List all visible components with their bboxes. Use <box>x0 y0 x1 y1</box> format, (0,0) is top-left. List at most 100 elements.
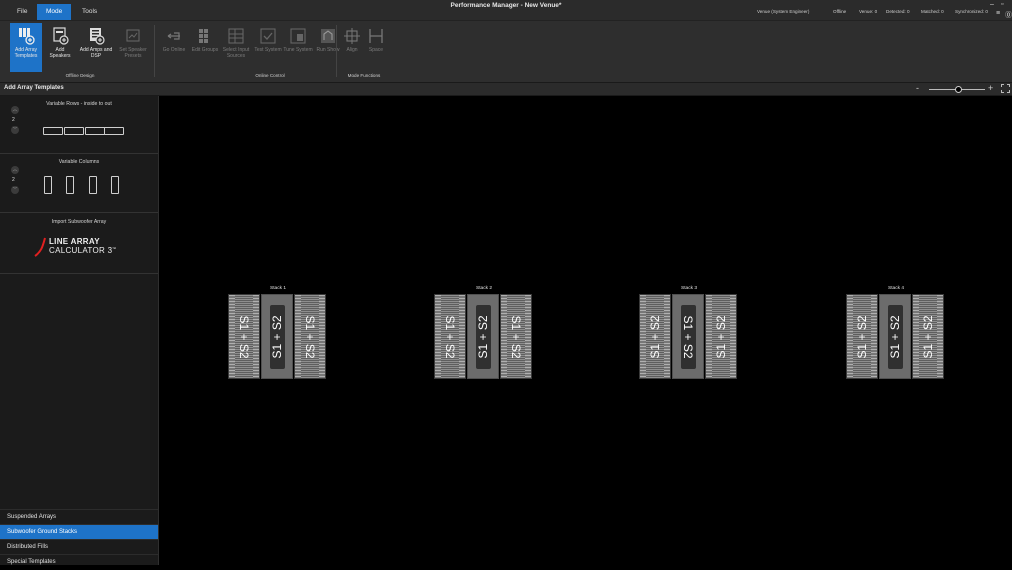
menu-mode[interactable]: Mode <box>37 4 72 20</box>
edit-groups-button[interactable]: Edit Groups <box>189 23 221 72</box>
template-variable-rows[interactable]: Variable Rows - inside to out ︿ 2 ﹀ <box>0 96 158 154</box>
align-icon <box>343 27 361 45</box>
logo-line-2: CALCULATOR 3 <box>49 246 113 255</box>
add-speakers-label: Add Speakers <box>49 47 71 59</box>
tune-system-button[interactable]: Tune System <box>282 23 314 72</box>
status-synchronized: Synchronized: 0 <box>955 9 988 14</box>
align-button[interactable]: Align <box>340 23 364 72</box>
subwoofer-stack[interactable]: Stack 2 S1 + S2 S1 + S2 S1 + S2 <box>434 286 534 379</box>
category-subwoofer-ground-stacks[interactable]: Subwoofer Ground Stacks <box>0 524 158 539</box>
subwoofer-stack[interactable]: Stack 4 S1 + S2 S1 + S2 S1 + S2 <box>846 286 946 379</box>
template-title: Variable Columns <box>58 159 100 165</box>
menu-tools[interactable]: Tools <box>73 4 106 20</box>
preset-icon <box>124 27 142 45</box>
subwoofer-cabinet[interactable]: S1 + S2 <box>434 294 466 379</box>
template-title: Import Subwoofer Array <box>51 219 107 225</box>
test-icon <box>259 27 277 45</box>
zoom-control: - + <box>912 83 1012 94</box>
category-suspended-arrays[interactable]: Suspended Arrays <box>0 509 158 524</box>
template-variable-columns[interactable]: Variable Columns ︿ 2 ﹀ <box>0 154 158 213</box>
chevron-down-icon[interactable]: ﹀ <box>11 126 19 134</box>
add-array-templates-button[interactable]: Add Array Templates <box>10 23 42 72</box>
group-label-offline-design: Offline Design <box>65 73 95 78</box>
columns-count-stepper[interactable]: ︿ 2 ﹀ <box>11 166 20 194</box>
template-import-subwoofer[interactable]: Import Subwoofer Array LINE ARRAY CALCUL… <box>0 213 158 274</box>
set-speaker-presets-button[interactable]: Set Speaker Presets <box>116 23 150 72</box>
subwoofer-stack[interactable]: Stack 3 S1 + S2 S1 + S2 S1 + S2 <box>639 286 739 379</box>
templates-panel: Variable Rows - inside to out ︿ 2 ﹀ Vari… <box>0 96 159 565</box>
subwoofer-cabinet[interactable]: S1 + S2 <box>261 294 293 379</box>
cabinet-label: S1 + S2 <box>921 314 935 359</box>
title-bar: File Mode Tools Performance Manager - Ne… <box>0 0 1012 21</box>
add-array-templates-label: Add Array Templates <box>14 47 38 59</box>
cabinet-label: S1 + S2 <box>855 314 869 359</box>
subwoofer-cabinet[interactable]: S1 + S2 <box>500 294 532 379</box>
subwoofer-cabinet[interactable]: S1 + S2 <box>639 294 671 379</box>
status-matched: Matched: 0 <box>921 9 944 14</box>
panel-header-bar: Add Array Templates - + <box>0 83 1012 96</box>
ribbon-separator <box>154 25 155 77</box>
column-box-icon <box>89 176 97 194</box>
cabinet-label: S1 + S2 <box>237 314 251 359</box>
cabinet-label: S1 + S2 <box>888 314 902 359</box>
add-speakers-button[interactable]: Add Speakers <box>44 23 76 72</box>
chevron-up-icon[interactable]: ︿ <box>11 106 19 114</box>
subwoofer-cabinet[interactable]: S1 + S2 <box>879 294 911 379</box>
rows-count-stepper[interactable]: ︿ 2 ﹀ <box>11 106 20 134</box>
subwoofer-cabinet[interactable]: S1 + S2 <box>912 294 944 379</box>
space-button[interactable]: Space <box>364 23 388 72</box>
cabinet-label: S1 + S2 <box>714 314 728 359</box>
groups-icon <box>196 27 214 45</box>
subwoofer-cabinet[interactable]: S1 + S2 <box>228 294 260 379</box>
help-icon[interactable]: ⓪ <box>1005 10 1012 20</box>
chevron-up-icon[interactable]: ︿ <box>11 166 19 174</box>
column-box-icon <box>66 176 74 194</box>
maximize-icon[interactable]: ▫ <box>1001 1 1003 8</box>
design-canvas[interactable]: Stack 1 S1 + S2 S1 + S2 S1 + S2 Stack 2 S1 + … <box>159 96 1012 565</box>
tune-system-label: Tune System <box>283 47 313 53</box>
cabinet-label: S1 + S2 <box>681 314 695 359</box>
fit-view-icon[interactable] <box>1001 84 1010 93</box>
cabinet-label: S1 + S2 <box>270 314 284 359</box>
status-mode: Offline <box>833 9 847 14</box>
test-system-button[interactable]: Test System <box>252 23 284 72</box>
logo-line-1: LINE ARRAY <box>49 237 100 246</box>
tune-icon <box>289 27 307 45</box>
subwoofer-stack[interactable]: Stack 1 S1 + S2 S1 + S2 S1 + S2 <box>228 286 328 379</box>
logo-trademark: ™ <box>112 246 116 251</box>
category-special-templates[interactable]: Special Templates <box>0 554 158 565</box>
array-templates-icon <box>17 27 35 45</box>
stack-label: Stack 1 <box>270 286 286 291</box>
cabinet-label: S1 + S2 <box>443 314 457 359</box>
go-online-button[interactable]: Go Online <box>158 23 190 72</box>
cabinet-label: S1 + S2 <box>509 314 523 359</box>
chevron-down-icon[interactable]: ﹀ <box>11 186 19 194</box>
panel-title: Add Array Templates <box>4 85 64 91</box>
status-venue: Venue: 0 <box>859 9 878 14</box>
minimize-icon[interactable]: – <box>990 1 994 8</box>
zoom-in-button[interactable]: + <box>988 83 993 93</box>
amp-icon <box>87 27 105 45</box>
select-input-sources-label: Select Input Sources <box>222 47 250 59</box>
template-title: Variable Rows - inside to out <box>46 101 112 107</box>
select-input-sources-button[interactable]: Select Input Sources <box>220 23 252 72</box>
subwoofer-cabinet[interactable]: S1 + S2 <box>846 294 878 379</box>
space-label: Space <box>368 47 384 53</box>
ribbon-toolbar: Add Array Templates Add Speakers Add Amp… <box>0 21 1012 83</box>
window-title: Performance Manager - New Venue* <box>450 2 562 9</box>
list-menu-icon[interactable]: ≡ <box>996 10 1000 17</box>
category-distributed-fills[interactable]: Distributed Fills <box>0 539 158 554</box>
subwoofer-cabinet[interactable]: S1 + S2 <box>672 294 704 379</box>
subwoofer-cabinet[interactable]: S1 + S2 <box>294 294 326 379</box>
menu-file[interactable]: File <box>8 4 36 20</box>
cabinet-label: S1 + S2 <box>648 314 662 359</box>
zoom-out-button[interactable]: - <box>916 83 919 93</box>
space-icon <box>367 27 385 45</box>
columns-count-value: 2 <box>12 177 15 183</box>
subwoofer-cabinet[interactable]: S1 + S2 <box>467 294 499 379</box>
add-amps-dsp-label: Add Amps and DSP <box>79 47 113 59</box>
subwoofer-cabinet[interactable]: S1 + S2 <box>705 294 737 379</box>
zoom-slider-thumb[interactable] <box>955 86 962 93</box>
column-box-icon <box>111 176 119 194</box>
add-amps-dsp-button[interactable]: Add Amps and DSP <box>78 23 114 72</box>
